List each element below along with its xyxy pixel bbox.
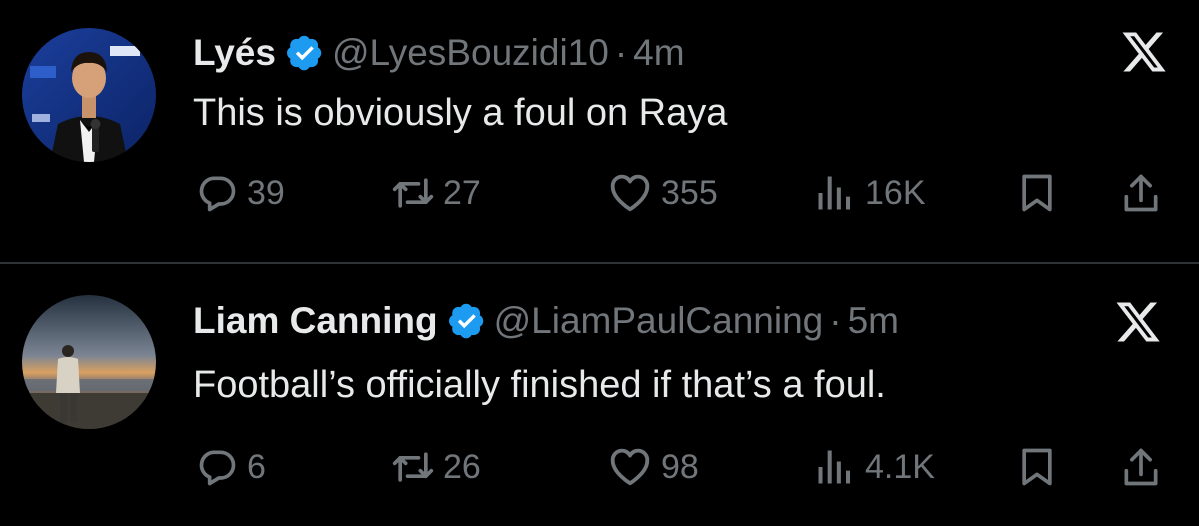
- share-button[interactable]: [1119, 442, 1163, 492]
- reply-button[interactable]: 6: [195, 442, 266, 492]
- bookmark-icon: [1015, 171, 1059, 215]
- verified-badge-icon: [286, 34, 324, 72]
- tweet-text: Football’s officially finished if that’s…: [193, 364, 886, 406]
- verified-badge-icon: [448, 302, 486, 340]
- x-logo-icon: [1118, 28, 1170, 76]
- like-icon: [607, 444, 653, 490]
- author-name[interactable]: Lyés: [193, 32, 276, 74]
- author-name[interactable]: Liam Canning: [193, 300, 438, 342]
- view-count: 4.1K: [865, 447, 935, 486]
- reply-button[interactable]: 39: [195, 168, 285, 218]
- repost-icon: [391, 171, 435, 215]
- tweet-header: Liam Canning @LiamPaulCanning · 5m: [193, 298, 899, 344]
- tweet[interactable]: Lyés @LyesBouzidi10 · 4m This is obvious…: [0, 0, 1199, 262]
- bookmark-icon: [1015, 445, 1059, 489]
- author-handle[interactable]: @LyesBouzidi10: [332, 32, 609, 74]
- separator: ·: [614, 32, 628, 73]
- avatar[interactable]: [22, 295, 156, 429]
- bookmark-button[interactable]: [1015, 168, 1059, 218]
- views-icon: [813, 171, 857, 215]
- bookmark-button[interactable]: [1015, 442, 1059, 492]
- author-handle[interactable]: @LiamPaulCanning: [494, 300, 824, 342]
- separator: ·: [829, 300, 842, 341]
- reply-icon: [195, 445, 239, 489]
- like-button[interactable]: 98: [607, 442, 699, 492]
- repost-button[interactable]: 27: [391, 168, 481, 218]
- repost-count: 26: [443, 447, 481, 486]
- share-icon: [1119, 171, 1163, 215]
- reply-icon: [195, 171, 239, 215]
- like-count: 355: [661, 173, 718, 212]
- avatar-image: [22, 28, 156, 162]
- tweet-header: Lyés @LyesBouzidi10 · 4m: [193, 30, 685, 76]
- repost-count: 27: [443, 173, 481, 212]
- like-button[interactable]: 355: [607, 168, 718, 218]
- view-count: 16K: [865, 173, 926, 212]
- timestamp[interactable]: 4m: [633, 32, 684, 74]
- like-icon: [607, 170, 653, 216]
- views-button[interactable]: 4.1K: [813, 442, 935, 492]
- like-count: 98: [661, 447, 699, 486]
- timestamp[interactable]: 5m: [848, 300, 899, 342]
- repost-icon: [391, 445, 435, 489]
- action-bar: 39 27 355 16K: [193, 168, 1173, 218]
- views-icon: [813, 445, 857, 489]
- reply-count: 6: [247, 447, 266, 486]
- repost-button[interactable]: 26: [391, 442, 481, 492]
- action-bar: 6 26 98 4.1K: [193, 442, 1173, 492]
- tweet[interactable]: Liam Canning @LiamPaulCanning · 5m Footb…: [0, 264, 1199, 526]
- avatar[interactable]: [22, 28, 156, 162]
- tweet-text: This is obviously a foul on Raya: [193, 92, 728, 134]
- avatar-image: [22, 295, 156, 429]
- share-button[interactable]: [1119, 168, 1163, 218]
- views-button[interactable]: 16K: [813, 168, 926, 218]
- reply-count: 39: [247, 173, 285, 212]
- share-icon: [1119, 445, 1163, 489]
- x-logo-icon: [1112, 298, 1164, 346]
